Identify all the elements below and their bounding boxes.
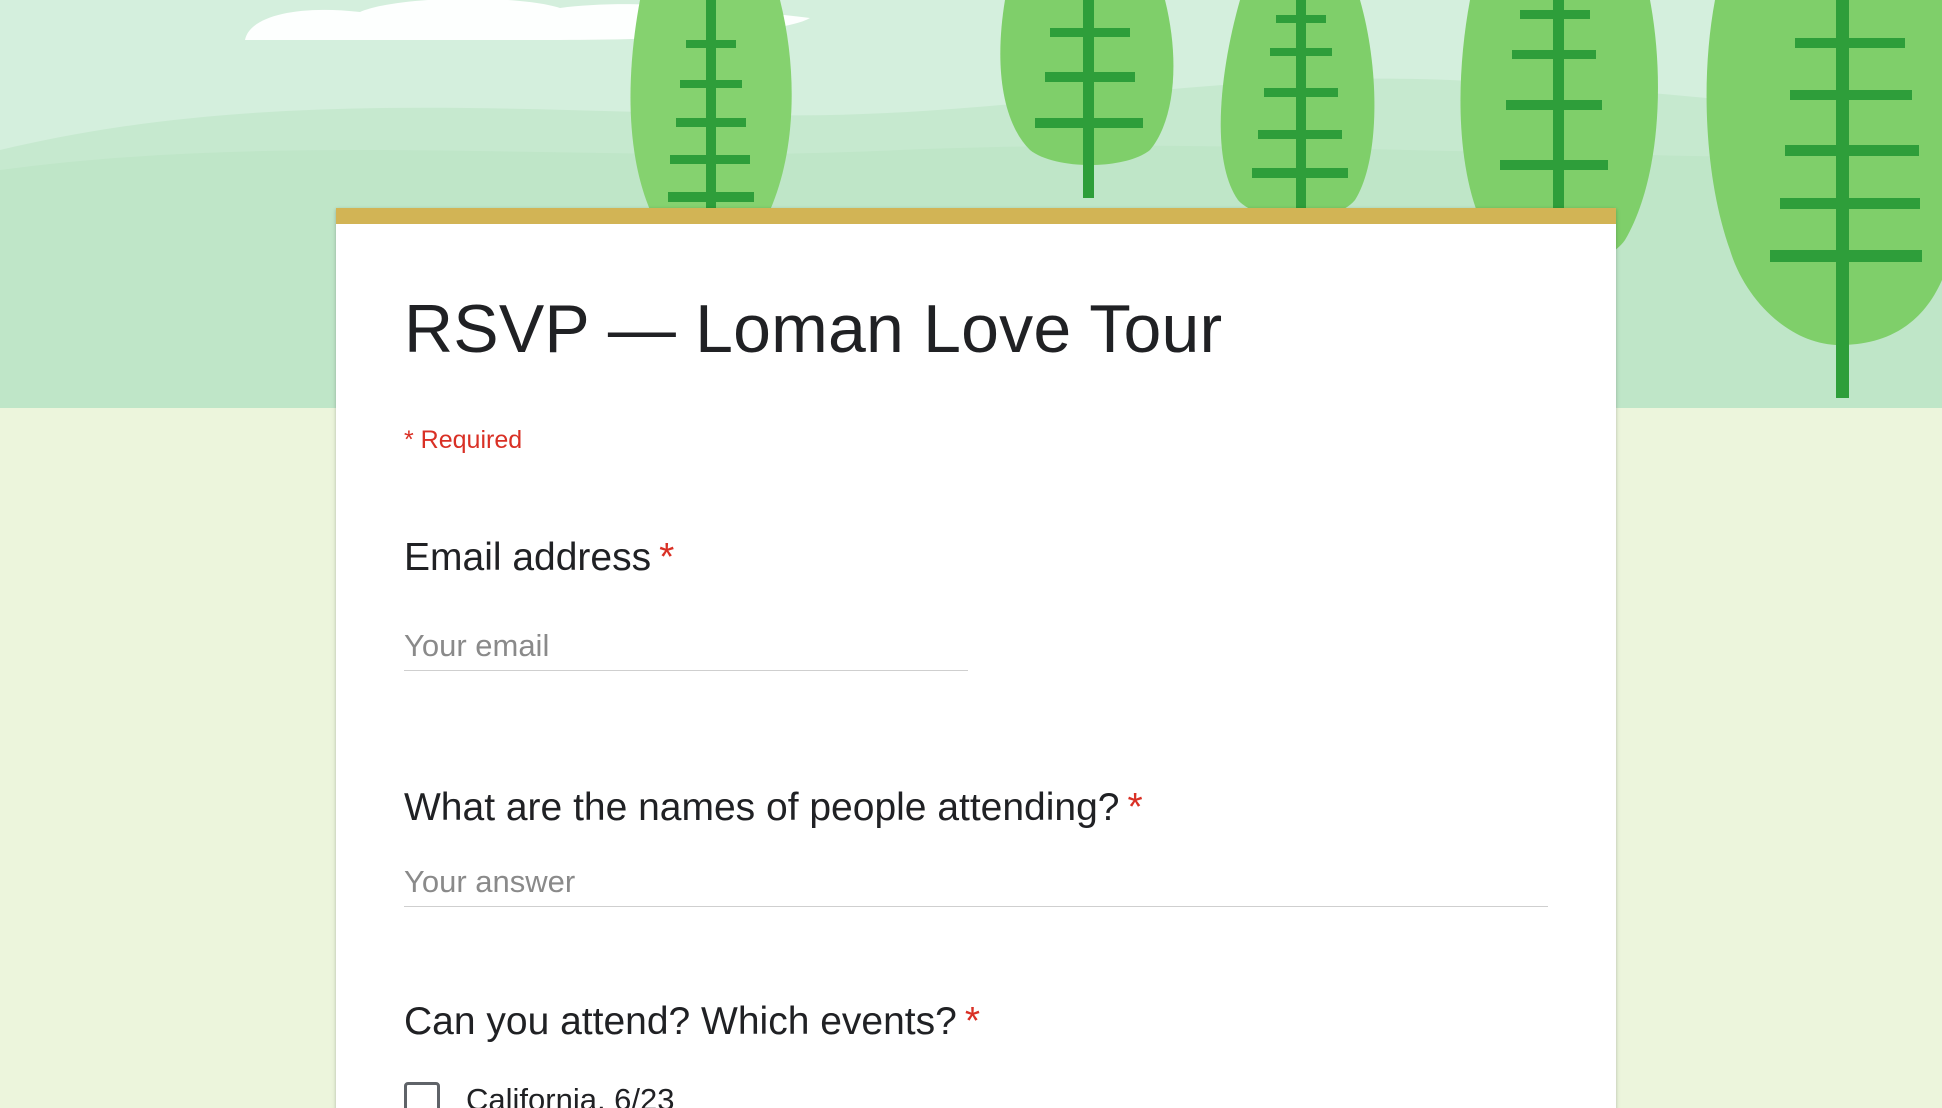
email-field[interactable]	[404, 628, 968, 671]
required-asterisk: *	[659, 536, 675, 579]
page: RSVP — Loman Love Tour * Required Email …	[0, 0, 1942, 1108]
email-question-title: Email address *	[404, 536, 674, 580]
names-question-title: What are the names of people attending? *	[404, 786, 1143, 830]
event-option-label: California, 6/23	[466, 1082, 675, 1108]
names-question-label: What are the names of people attending?	[404, 786, 1120, 829]
email-question-label: Email address	[404, 536, 652, 579]
required-asterisk: *	[964, 1000, 981, 1043]
required-asterisk: *	[1127, 786, 1143, 829]
tree-3	[1220, 0, 1375, 219]
required-note: * Required	[404, 426, 523, 454]
form-title: RSVP — Loman Love Tour	[404, 291, 1223, 367]
events-question-title: Can you attend? Which events? *	[404, 1000, 980, 1044]
card-accent-bar	[336, 208, 1616, 224]
event-option-california[interactable]: California, 6/23	[404, 1082, 675, 1108]
attendee-names-field[interactable]	[404, 864, 1548, 907]
events-question-label: Can you attend? Which events?	[404, 1000, 957, 1043]
form-card: RSVP — Loman Love Tour * Required Email …	[336, 208, 1616, 1108]
checkbox[interactable]	[404, 1082, 440, 1108]
